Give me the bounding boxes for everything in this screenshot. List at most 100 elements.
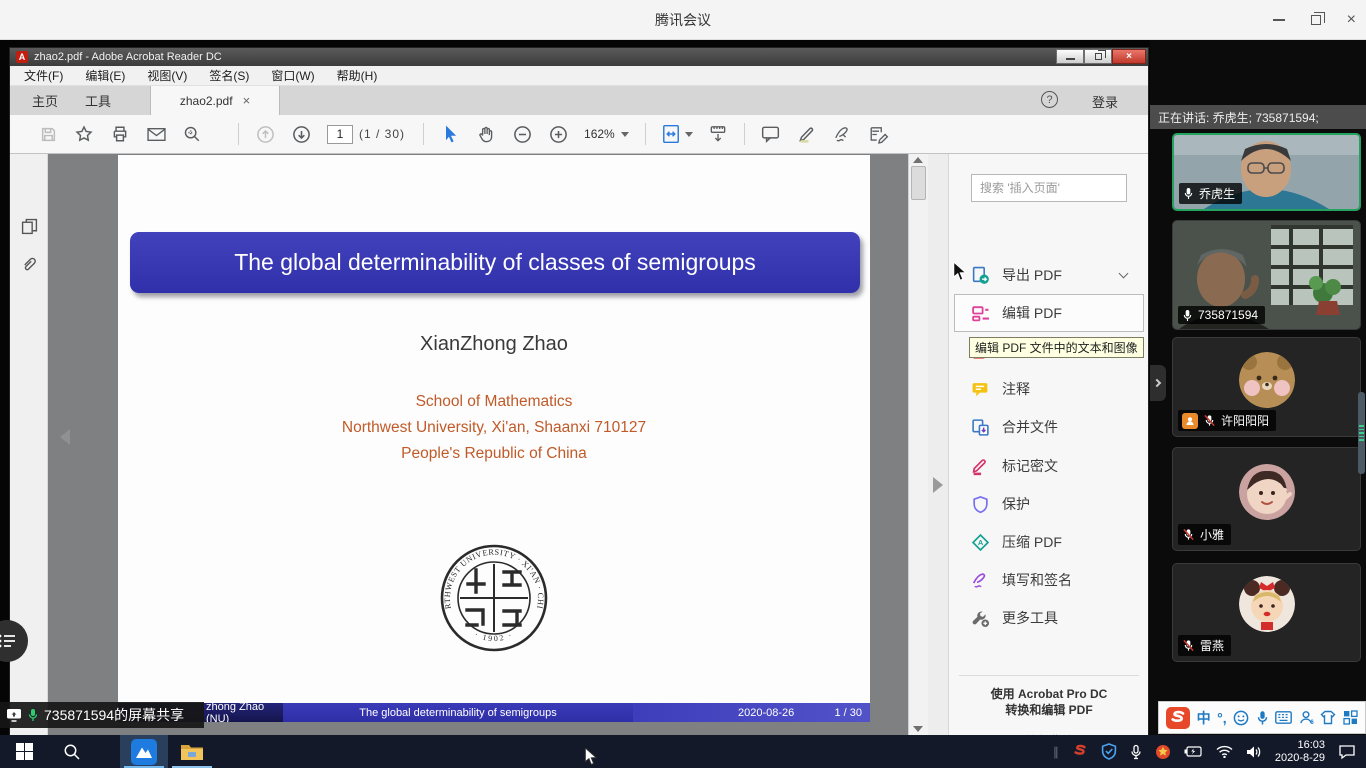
wifi-icon[interactable] (1216, 745, 1233, 758)
menu-edit[interactable]: 编辑(E) (85, 67, 125, 84)
participant-video[interactable]: 735871594 (1172, 220, 1361, 330)
huorong-icon[interactable] (1155, 744, 1171, 760)
restore-icon[interactable] (1311, 15, 1321, 25)
participant-tile[interactable]: 雷燕 (1172, 563, 1361, 662)
clock-date: 2020-8-29 (1275, 752, 1325, 765)
zoom-in-icon[interactable] (540, 119, 576, 149)
page-fit-icon[interactable] (654, 119, 700, 149)
participants-panel: 正在讲话: 乔虎生; 735871594; 乔虎生 (1150, 40, 1366, 735)
tool-item-protect[interactable]: 保护 (949, 485, 1149, 523)
menu-sign[interactable]: 签名(S) (209, 67, 249, 84)
tool-item-compress[interactable]: A 压缩 PDF (949, 523, 1149, 561)
skin-icon[interactable] (1320, 710, 1336, 725)
tab-home[interactable]: 主页 (32, 86, 58, 115)
menu-file[interactable]: 文件(F) (24, 67, 63, 84)
combine-files-icon (971, 418, 990, 437)
previous-page-icon[interactable] (247, 119, 283, 149)
mic-on-icon (1182, 309, 1193, 322)
tab-document[interactable]: zhao2.pdf × (150, 86, 280, 115)
participant-name: 雷燕 (1200, 637, 1224, 654)
slide-title: The global determinability of classes of… (234, 249, 756, 276)
tool-item-edit-pdf[interactable]: 编辑 PDF (949, 294, 1149, 332)
select-tool-icon[interactable] (432, 119, 468, 149)
participant-video[interactable]: 乔虎生 (1172, 133, 1361, 211)
mail-icon[interactable] (138, 119, 174, 149)
help-icon[interactable]: ? (1041, 91, 1058, 108)
print-icon[interactable] (102, 119, 138, 149)
acrobat-close-button[interactable]: × (1112, 49, 1146, 64)
protect-shield-icon (971, 495, 990, 514)
punctuation-icon[interactable]: °, (1217, 710, 1227, 726)
zoom-out-icon[interactable] (504, 119, 540, 149)
divider (959, 675, 1139, 676)
panel-scrollbar-thumb[interactable] (1358, 392, 1365, 474)
menu-view[interactable]: 视图(V) (147, 67, 187, 84)
security-shield-icon[interactable] (1101, 743, 1117, 760)
zoom-level-select[interactable]: 162% (584, 127, 629, 141)
next-page-icon[interactable] (283, 119, 319, 149)
taskbar-file-explorer[interactable] (168, 735, 216, 768)
participant-name: 小雅 (1200, 526, 1224, 543)
battery-icon[interactable] (1184, 745, 1203, 758)
tool-item-more-tools[interactable]: 更多工具 (949, 599, 1149, 637)
keyboard-icon[interactable] (1275, 711, 1292, 724)
mic-on-icon (1183, 187, 1194, 200)
page-thumbnails-icon[interactable] (21, 218, 38, 240)
attachments-icon[interactable] (21, 256, 38, 278)
emoji-icon[interactable] (1233, 710, 1249, 726)
acrobat-restore-button[interactable] (1084, 49, 1112, 64)
start-button[interactable] (0, 735, 48, 768)
acrobat-minimize-button[interactable] (1056, 49, 1084, 64)
tools-panel: 导出 PDF 编辑 PDF 编辑 PDF 文件中的文本和图像 注释 合并文件 (948, 154, 1148, 735)
mic-tray-icon[interactable] (1130, 744, 1142, 760)
action-center-icon[interactable] (1338, 744, 1356, 760)
tab-close-icon[interactable]: × (243, 93, 251, 108)
sign-pen-icon[interactable] (825, 119, 861, 149)
toolbox-grid-icon[interactable] (1343, 710, 1358, 725)
chinese-mode-icon[interactable]: 中 (1197, 708, 1211, 728)
login-button[interactable]: 登录 (1092, 92, 1118, 111)
account-icon[interactable]: 6 (1299, 710, 1314, 725)
panel-collapse-button[interactable] (1150, 365, 1166, 401)
close-icon[interactable]: × (1347, 12, 1356, 28)
comment-icon[interactable] (753, 119, 789, 149)
previous-page-arrow[interactable] (60, 429, 70, 445)
minimize-icon[interactable] (1273, 19, 1285, 21)
scrollbar-thumb[interactable] (911, 166, 926, 200)
tool-item-redact[interactable]: 标记密文 (949, 447, 1149, 485)
slide-affiliation-2: Northwest University, Xi'an, Shaanxi 710… (118, 419, 870, 437)
hand-tool-icon[interactable] (468, 119, 504, 149)
avatar (1239, 576, 1295, 632)
tab-tools[interactable]: 工具 (85, 86, 111, 115)
taskbar-meeting-app[interactable] (120, 735, 168, 768)
measure-icon[interactable] (700, 119, 736, 149)
tool-item-comment[interactable]: 注释 (949, 370, 1149, 408)
star-icon[interactable] (66, 119, 102, 149)
participant-tile[interactable]: 许阳阳阳 (1172, 337, 1361, 437)
tools-search-input[interactable] (971, 174, 1127, 202)
page-number-input[interactable] (327, 125, 353, 144)
search-icon[interactable] (48, 735, 96, 768)
menu-window[interactable]: 窗口(W) (271, 67, 314, 84)
save-icon[interactable] (30, 119, 66, 149)
voice-input-icon[interactable] (1256, 710, 1269, 726)
acrobat-menubar: 文件(F) 编辑(E) 视图(V) 签名(S) 窗口(W) 帮助(H) (10, 66, 1148, 86)
svg-text:A: A (978, 538, 984, 547)
sogou-tray-icon[interactable] (1072, 744, 1088, 759)
participant-tile[interactable]: 小雅 (1172, 447, 1361, 551)
fill-sign-icon[interactable] (861, 119, 897, 149)
taskbar-clock[interactable]: 16:03 2020-8-29 (1275, 739, 1325, 765)
export-pdf-icon (971, 266, 990, 285)
vertical-scrollbar[interactable] (908, 154, 928, 735)
avatar (1239, 352, 1295, 408)
menu-help[interactable]: 帮助(H) (337, 67, 378, 84)
tool-item-export-pdf[interactable]: 导出 PDF (949, 256, 1149, 294)
speaker-icon[interactable] (1246, 745, 1262, 759)
marquee-zoom-icon[interactable] (174, 119, 210, 149)
next-page-arrow[interactable] (933, 477, 943, 493)
pdf-page[interactable]: The global determinability of classes of… (118, 155, 870, 722)
tool-item-combine[interactable]: 合并文件 (949, 408, 1149, 446)
highlight-icon[interactable] (789, 119, 825, 149)
tool-item-fill-sign[interactable]: 填写和签名 (949, 561, 1149, 599)
chevron-down-icon[interactable] (1119, 269, 1129, 279)
